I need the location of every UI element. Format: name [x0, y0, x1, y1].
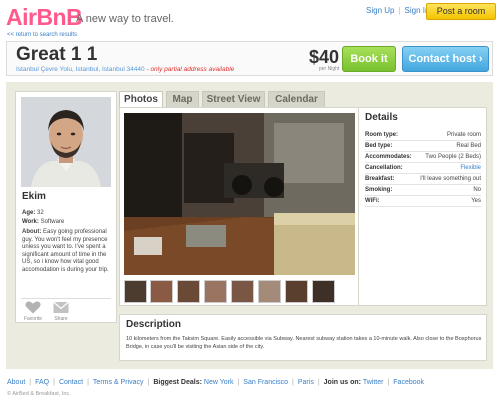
footer-separator: |: [29, 379, 32, 386]
cancellation-policy-link[interactable]: Flexible: [460, 163, 481, 174]
footer-separator: |: [147, 379, 150, 386]
tab-map[interactable]: Map: [166, 91, 199, 107]
tab-calendar[interactable]: Calendar: [268, 91, 325, 107]
join-us-label: Join us on:: [323, 379, 361, 386]
detail-row: Cancellation: Flexible: [365, 163, 481, 174]
airbnb-logo[interactable]: AirBnB: [6, 4, 83, 31]
description-text: 10 kilometers from the Taksim Square. Ea…: [126, 336, 482, 350]
footer-separator: |: [292, 379, 294, 386]
host-age: Age: 32: [22, 210, 44, 216]
footer-new-york-link[interactable]: New York: [204, 379, 234, 386]
chevron-right-icon: ›: [478, 53, 483, 65]
photo-thumbnail[interactable]: [285, 280, 308, 303]
footer-about-link[interactable]: About: [7, 379, 25, 386]
footer-separator: |: [387, 379, 390, 386]
footer-contact-link[interactable]: Contact: [59, 379, 83, 386]
footer-separator: |: [317, 379, 320, 386]
details-title: Details: [365, 112, 398, 123]
listing-title: Great 1 1: [16, 44, 98, 65]
photo-thumbnail[interactable]: [312, 280, 335, 303]
host-work: Work: Software: [22, 219, 65, 225]
footer-san-francisco-link[interactable]: San Francisco: [243, 379, 288, 386]
tagline: A new way to travel.: [76, 13, 174, 25]
details-panel: Details Room type: Private room Bed type:…: [359, 107, 487, 306]
post-room-button[interactable]: Post a room: [426, 3, 496, 20]
host-card: Ekim Age: 32 Work: Software About: Easy …: [15, 91, 117, 323]
share-button[interactable]: Share: [49, 301, 73, 322]
footer-facebook-link[interactable]: Facebook: [393, 379, 424, 386]
detail-row: WiFi: Yes: [365, 196, 481, 207]
footer-separator: |: [87, 379, 89, 386]
footer-terms-link[interactable]: Terms & Privacy: [93, 379, 144, 386]
photo-thumbnail[interactable]: [231, 280, 254, 303]
contact-host-button[interactable]: Contact host ›: [402, 46, 489, 72]
top-nav: Sign Up | Sign In: [366, 6, 429, 15]
detail-row: Smoking: No: [365, 185, 481, 196]
book-it-button[interactable]: Book it: [342, 46, 396, 72]
tab-street-view[interactable]: Street View: [202, 91, 265, 107]
description-title: Description: [126, 319, 182, 330]
envelope-icon: [53, 301, 69, 313]
sign-up-link[interactable]: Sign Up: [366, 6, 394, 15]
nav-separator: |: [398, 6, 401, 15]
main-room-photo[interactable]: [124, 113, 355, 275]
footer-paris-link[interactable]: Paris: [298, 379, 314, 386]
footer-separator: |: [237, 379, 240, 386]
photo-thumbnail[interactable]: [150, 280, 173, 303]
favorite-button[interactable]: Favorite: [21, 301, 45, 322]
detail-row: Accommodates: Two People (2 Beds): [365, 152, 481, 163]
return-to-search-link[interactable]: << return to search results: [7, 32, 77, 38]
heart-icon: [25, 301, 41, 314]
host-avatar[interactable]: [21, 97, 111, 187]
detail-row: Breakfast: I'll leave something out: [365, 174, 481, 185]
footer-twitter-link[interactable]: Twitter: [363, 379, 384, 386]
host-divider: [21, 298, 111, 299]
listing-title-bar: Great 1 1 Istanbul Çevre Yolu, Istanbul,…: [6, 41, 493, 76]
photo-thumbnails: [124, 280, 355, 303]
footer-separator: |: [53, 379, 55, 386]
photo-thumbnail[interactable]: [204, 280, 227, 303]
copyright: © AirBed & Breakfast, Inc.: [7, 391, 71, 397]
detail-row: Bed type: Real Bed: [365, 141, 481, 152]
nightly-price: $40: [309, 47, 340, 67]
listing-address: Istanbul Çevre Yolu, Istanbul, Istanbul …: [16, 66, 235, 73]
footer-faq-link[interactable]: FAQ: [35, 379, 49, 386]
per-night-label: per Night: [319, 66, 340, 72]
footer: About | FAQ | Contact | Terms & Privacy | Bigges…: [7, 379, 424, 386]
partial-address-note: - only partial address available: [146, 66, 235, 73]
photo-thumbnail[interactable]: [258, 280, 281, 303]
description-panel: Description 10 kilometers from the Taksi…: [119, 314, 487, 361]
photo-thumbnail[interactable]: [177, 280, 200, 303]
detail-row: Room type: Private room: [365, 130, 481, 141]
photos-panel: [119, 107, 359, 306]
host-about: About: Easy going professional guy. You …: [22, 229, 109, 273]
listing-main: Ekim Age: 32 Work: Software About: Easy …: [6, 82, 493, 369]
host-name: Ekim: [22, 191, 46, 202]
photo-thumbnail[interactable]: [124, 280, 147, 303]
tab-photos[interactable]: Photos: [119, 91, 163, 107]
biggest-deals-label: Biggest Deals:: [153, 379, 202, 386]
